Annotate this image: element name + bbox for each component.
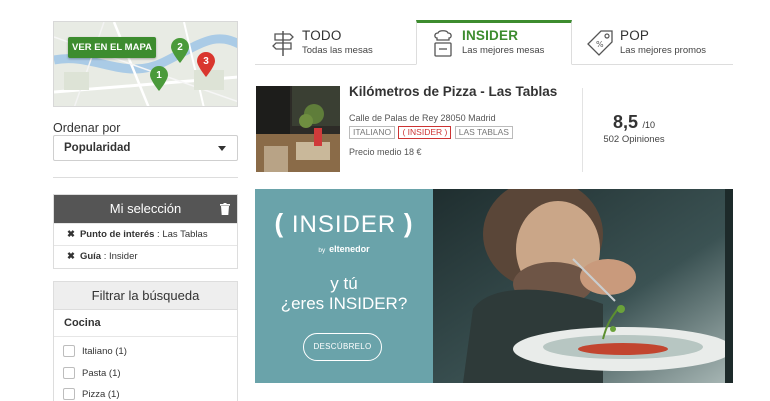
rating-value: 8,5 [613, 112, 639, 132]
my-selection-panel: Mi selección ✖ Punto de interés : Las Tab… [53, 194, 238, 269]
tab-title: INSIDER [462, 28, 519, 43]
filter-section-cuisine: Cocina [54, 310, 237, 337]
eltenedor-logo: eltenedor [329, 244, 370, 254]
checkbox[interactable] [63, 367, 75, 380]
my-selection-title: Mi selección [109, 201, 182, 216]
view-on-map-button[interactable]: VER EN EL MAPA [68, 37, 156, 58]
tag-location: LAS TABLAS [454, 126, 513, 139]
tab-title: TODO [302, 28, 342, 43]
selection-item: ✖ Guía : Insider [54, 245, 237, 267]
remove-icon[interactable]: ✖ [67, 229, 75, 240]
sort-label: Ordenar por [53, 121, 121, 135]
map-preview[interactable]: VER EN EL MAPA 2 3 1 [53, 21, 238, 107]
trash-icon[interactable] [220, 203, 230, 215]
my-selection-header: Mi selección [54, 195, 237, 223]
selection-item: ✖ Punto de interés : Las Tablas [54, 223, 237, 245]
restaurant-photo[interactable] [256, 86, 340, 172]
selection-value: : Las Tablas [157, 229, 208, 240]
tab-title: POP [620, 28, 650, 43]
map-pin-3[interactable]: 3 [196, 52, 216, 78]
rating-scale: /10 [642, 120, 655, 130]
tab-todo[interactable]: TODO Todas las mesas [255, 21, 415, 65]
map-pin-1[interactable]: 1 [149, 66, 169, 92]
tag-insider: ( INSIDER ) [398, 126, 452, 139]
svg-text:%: % [596, 40, 604, 49]
tab-pop[interactable]: % POP Las mejores promos [573, 21, 733, 65]
discover-button[interactable]: DESCÚBRELO [303, 333, 382, 361]
selection-key: Punto de interés [79, 229, 155, 240]
price-tag-icon: % [587, 30, 613, 56]
banner-question-line2: ¿eres INSIDER? [280, 294, 408, 313]
filter-panel: Filtrar la búsqueda Cocina Italiano (1) … [53, 281, 238, 401]
insider-banner[interactable]: ( INSIDER ) by eltenedor y tú ¿eres INSI… [255, 189, 733, 383]
banner-chef-photo [433, 189, 733, 383]
checkbox[interactable] [63, 345, 75, 358]
chef-icon [434, 30, 452, 57]
filter-header: Filtrar la búsqueda [54, 282, 237, 310]
banner-question-line1: y tú [330, 274, 358, 293]
tab-subtitle: Todas las mesas [302, 45, 373, 56]
banner-panel: ( INSIDER ) by eltenedor y tú ¿eres INSI… [255, 189, 433, 383]
signpost-icon [272, 31, 294, 56]
restaurant-tags: ITALIANO ( INSIDER ) LAS TABLAS [349, 126, 514, 140]
filter-option-pasta[interactable]: Pasta (1) [63, 367, 121, 381]
filter-option-pizza[interactable]: Pizza (1) [63, 388, 119, 401]
selection-value: : Insider [103, 251, 138, 262]
tab-subtitle: Las mejores mesas [462, 45, 545, 56]
restaurant-address: Calle de Palas de Rey 28050 Madrid [349, 113, 496, 123]
map-pin-2[interactable]: 2 [170, 38, 190, 64]
sort-select[interactable]: Popularidad [53, 135, 238, 161]
tag-cuisine: ITALIANO [349, 126, 396, 139]
restaurant-name-link[interactable]: Kilómetros de Pizza - Las Tablas [349, 84, 557, 99]
guide-tabs: TODO Todas las mesas INSIDER Las mejores… [255, 20, 733, 65]
tab-subtitle: Las mejores promos [620, 45, 707, 56]
divider [53, 177, 238, 178]
banner-brand: by eltenedor [318, 244, 370, 254]
chevron-down-icon [218, 146, 226, 151]
average-price: Precio medio 18 € [349, 147, 422, 157]
checkbox[interactable] [63, 388, 75, 401]
sort-selected-value: Popularidad [64, 142, 131, 154]
selection-key: Guía [79, 251, 102, 262]
banner-insider-logo: ( INSIDER ) [274, 208, 414, 238]
tab-insider[interactable]: INSIDER Las mejores mesas [416, 20, 572, 65]
rating-score: 8,5 /10 [583, 112, 685, 133]
remove-icon[interactable]: ✖ [67, 251, 75, 262]
filter-option-italiano[interactable]: Italiano (1) [63, 345, 127, 359]
opinions-count[interactable]: 502 Opiniones [583, 134, 685, 145]
